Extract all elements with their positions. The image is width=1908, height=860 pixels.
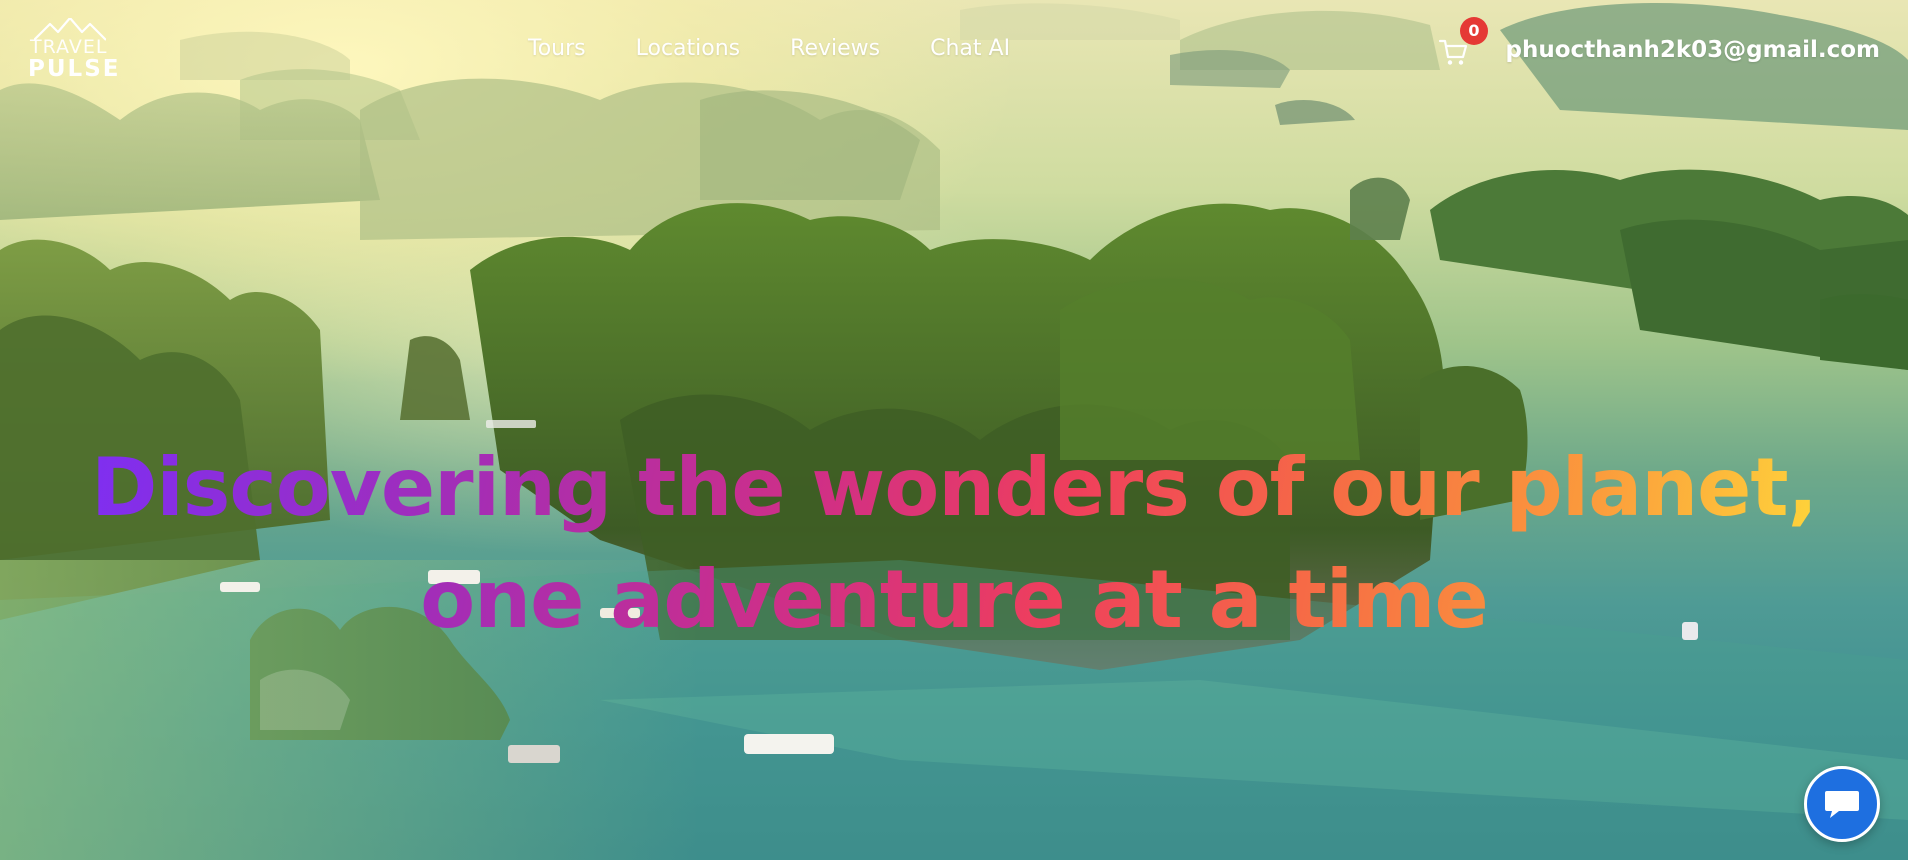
nav-item-locations[interactable]: Locations bbox=[636, 36, 741, 61]
logo-text-bottom: PULSE bbox=[28, 56, 121, 82]
travel-pulse-logo[interactable]: TRAVEL PULSE bbox=[28, 18, 118, 82]
logo-text-top: TRAVEL bbox=[30, 36, 108, 58]
user-account-email[interactable]: phuocthanh2k03@gmail.com bbox=[1506, 37, 1880, 63]
hero-headline: Discovering the wonders of our planet, o… bbox=[54, 432, 1854, 656]
nav-item-tours[interactable]: Tours bbox=[528, 36, 586, 61]
nav-item-chat-ai[interactable]: Chat AI bbox=[930, 36, 1010, 61]
top-navbar: TRAVEL PULSE Tours Locations Reviews Cha… bbox=[0, 0, 1908, 100]
hero-background-image bbox=[0, 0, 1908, 860]
page: TRAVEL PULSE Tours Locations Reviews Cha… bbox=[0, 0, 1908, 860]
cart-count-badge: 0 bbox=[1460, 17, 1488, 45]
main-nav: Tours Locations Reviews Chat AI bbox=[528, 36, 1060, 61]
chat-widget-button[interactable] bbox=[1804, 766, 1880, 842]
chat-bubble-icon bbox=[1825, 791, 1859, 818]
nav-item-reviews[interactable]: Reviews bbox=[790, 36, 880, 61]
